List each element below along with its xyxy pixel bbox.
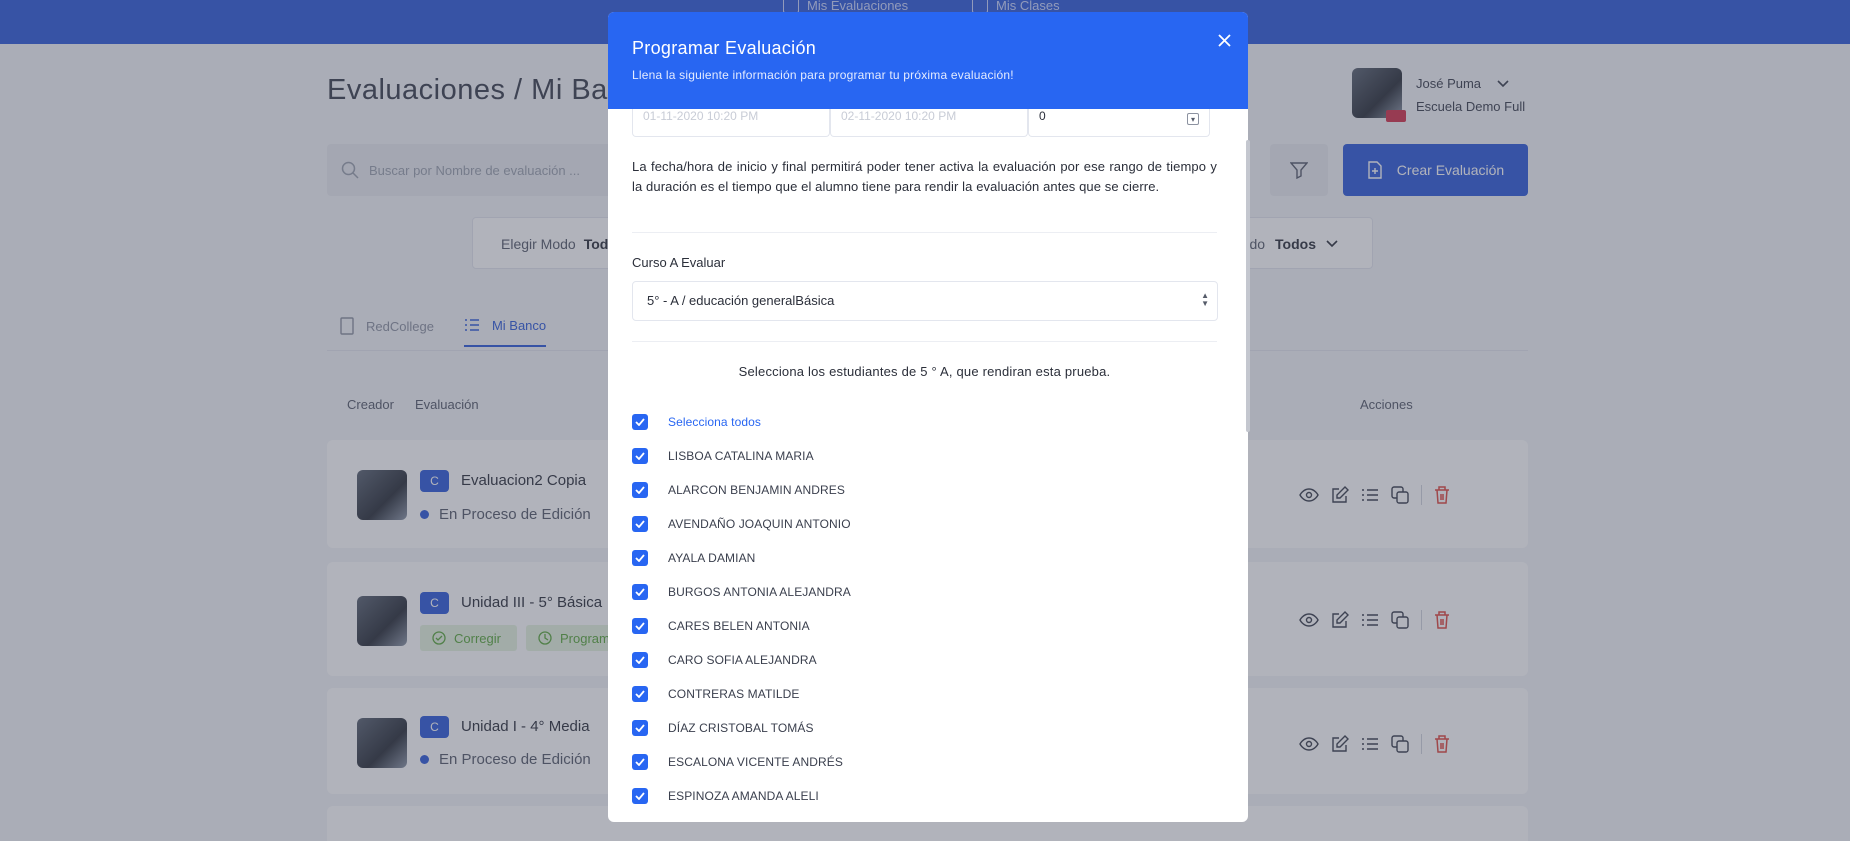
students-hint: Selecciona los estudiantes de 5 ° A, que… [738, 364, 1111, 379]
student-row[interactable]: LISBOA CATALINA MARIA [632, 439, 851, 473]
close-icon [1217, 33, 1231, 47]
student-row[interactable]: FERNANDEZ PALOMA ANDREA [632, 813, 851, 822]
start-datetime-input[interactable]: 01-11-2020 10:20 PM [632, 109, 830, 137]
student-row[interactable]: ALARCON BENJAMIN ANDRES [632, 473, 851, 507]
duration-input[interactable]: 0 ▾ [1028, 109, 1210, 137]
student-checkbox[interactable] [632, 720, 648, 736]
student-checkbox[interactable] [632, 550, 648, 566]
student-name: LISBOA CATALINA MARIA [668, 449, 814, 463]
student-name: BURGOS ANTONIA ALEJANDRA [668, 585, 851, 599]
student-name: DÍAZ CRISTOBAL TOMÁS [668, 721, 814, 735]
end-datetime-input[interactable]: 02-11-2020 10:20 PM [830, 109, 1028, 137]
student-checkbox[interactable] [632, 686, 648, 702]
divider [632, 232, 1217, 233]
schedule-evaluation-modal: Programar Evaluación Llena la siguiente … [608, 12, 1248, 822]
student-name: CARES BELEN ANTONIA [668, 619, 810, 633]
select-arrows-icon: ▲ ▼ [1201, 291, 1209, 308]
modal-body: 01-11-2020 10:20 PM 02-11-2020 10:20 PM … [608, 109, 1248, 822]
close-button[interactable] [1212, 28, 1236, 52]
student-row[interactable]: ESPINOZA AMANDA ALELI [632, 779, 851, 813]
select-all-row[interactable]: Selecciona todos [632, 405, 851, 439]
check-icon [635, 758, 645, 766]
student-checkbox[interactable] [632, 482, 648, 498]
student-name: AVENDAÑO JOAQUIN ANTONIO [668, 517, 851, 531]
student-checkbox[interactable] [632, 448, 648, 464]
student-row[interactable]: AVENDAÑO JOAQUIN ANTONIO [632, 507, 851, 541]
student-name: CARO SOFIA ALEJANDRA [668, 653, 817, 667]
student-name: CONTRERAS MATILDE [668, 687, 800, 701]
student-row[interactable]: ESCALONA VICENTE ANDRÉS [632, 745, 851, 779]
check-icon [635, 724, 645, 732]
student-checkbox[interactable] [632, 652, 648, 668]
duration-value: 0 [1039, 109, 1046, 123]
student-row[interactable]: AYALA DAMIAN [632, 541, 851, 575]
student-checkbox[interactable] [632, 584, 648, 600]
student-checkbox[interactable] [632, 618, 648, 634]
student-row[interactable]: CARES BELEN ANTONIA [632, 609, 851, 643]
date-fields: 01-11-2020 10:20 PM 02-11-2020 10:20 PM … [632, 109, 1210, 137]
student-checkbox[interactable] [632, 516, 648, 532]
course-label: Curso A Evaluar [632, 255, 726, 270]
select-all-label[interactable]: Selecciona todos [668, 415, 761, 429]
student-name: AYALA DAMIAN [668, 551, 756, 565]
modal-subtitle: Llena la siguiente información para prog… [632, 68, 1014, 82]
stepper-icon[interactable]: ▾ [1187, 113, 1199, 125]
student-checkbox[interactable] [632, 754, 648, 770]
check-icon [635, 554, 645, 562]
check-icon [635, 622, 645, 630]
select-all-checkbox[interactable] [632, 414, 648, 430]
check-icon [635, 486, 645, 494]
info-text: La fecha/hora de inicio y final permitir… [632, 159, 1217, 194]
student-row[interactable]: CARO SOFIA ALEJANDRA [632, 643, 851, 677]
modal-header: Programar Evaluación Llena la siguiente … [608, 12, 1248, 109]
students-list: Selecciona todos LISBOA CATALINA MARIA AL… [632, 405, 851, 822]
check-icon [635, 418, 645, 426]
student-name: ESCALONA VICENTE ANDRÉS [668, 755, 844, 769]
modal-scrollbar[interactable] [1246, 140, 1250, 432]
check-icon [635, 588, 645, 596]
course-value: 5° - A / educación generalBásica [647, 293, 835, 308]
modal-title: Programar Evaluación [632, 38, 817, 58]
student-name: ALARCON BENJAMIN ANDRES [668, 483, 846, 497]
student-name: ESPINOZA AMANDA ALELI [668, 789, 819, 803]
student-checkbox[interactable] [632, 788, 648, 804]
student-row[interactable]: BURGOS ANTONIA ALEJANDRA [632, 575, 851, 609]
student-row[interactable]: CONTRERAS MATILDE [632, 677, 851, 711]
check-icon [635, 690, 645, 698]
check-icon [635, 656, 645, 664]
check-icon [635, 452, 645, 460]
check-icon [635, 520, 645, 528]
check-icon [635, 792, 645, 800]
student-row[interactable]: DÍAZ CRISTOBAL TOMÁS [632, 711, 851, 745]
divider [632, 341, 1217, 342]
course-select[interactable]: 5° - A / educación generalBásica ▲ ▼ [632, 281, 1218, 321]
